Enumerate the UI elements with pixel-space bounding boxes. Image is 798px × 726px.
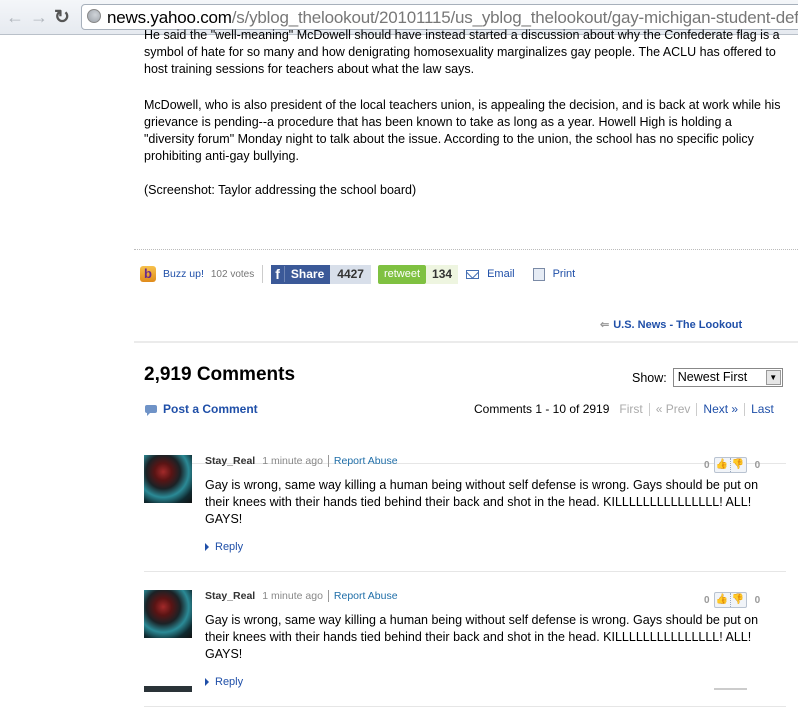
show-label: Show: <box>632 370 667 385</box>
comments-title: 2,919 Comments <box>144 364 296 385</box>
sort-control: Show: Newest First ▼ <box>632 368 783 387</box>
comment-author[interactable]: Stay_Real <box>205 455 255 467</box>
triangle-right-icon <box>205 543 209 551</box>
report-abuse-link[interactable]: Report Abuse <box>334 590 398 602</box>
comment-item: Stay_Real 1 minute ago Report Abuse 0 👍 … <box>144 455 786 585</box>
pagination: Comments 1 - 10 of 2919 First « Prev Nex… <box>474 402 774 416</box>
divider <box>262 265 264 283</box>
divider <box>134 341 798 343</box>
next-page-link[interactable]: Next » <box>703 402 738 416</box>
url-text[interactable]: news.yahoo.com/s/yblog_thelookout/201011… <box>107 8 798 28</box>
avatar[interactable] <box>144 686 192 692</box>
triangle-right-icon <box>205 678 209 686</box>
article-caption: (Screenshot: Taylor addressing the schoo… <box>144 183 417 197</box>
reload-button[interactable]: ↻ <box>54 6 70 29</box>
thumbs-down-icon[interactable]: 👎 <box>729 593 746 607</box>
avatar[interactable] <box>144 455 192 503</box>
retweet-count: 134 <box>426 264 459 284</box>
vote-box: 0 👍 👎 0 <box>704 592 760 608</box>
vote-box <box>714 688 747 690</box>
thumbs-up-icon[interactable]: 👍 <box>715 458 730 472</box>
vote-box: 0 👍 👎 0 <box>704 457 760 473</box>
envelope-icon <box>466 269 480 279</box>
article-paragraph: He said the "well-meaning" McDowell shou… <box>144 28 780 76</box>
divider <box>134 249 798 250</box>
printer-icon <box>532 267 545 281</box>
retweet[interactable]: retweet 134 <box>377 264 459 284</box>
thumbs-down-count: 0 <box>754 594 761 606</box>
globe-icon <box>87 9 101 23</box>
thumbs-up-count: 0 <box>704 459 710 471</box>
last-page-link[interactable]: Last <box>751 402 774 416</box>
divider <box>144 571 786 572</box>
thumbs-down-icon[interactable]: 👎 <box>729 458 746 472</box>
facebook-icon: f <box>275 266 285 282</box>
comment-text: Gay is wrong, same way killing a human b… <box>205 613 759 661</box>
prev-page-link[interactable]: « Prev <box>656 402 691 416</box>
comment-text: Gay is wrong, same way killing a human b… <box>205 478 759 526</box>
avatar[interactable] <box>144 590 192 638</box>
comment-time: 1 minute ago <box>262 455 323 467</box>
print-link[interactable]: Print <box>553 268 576 280</box>
report-abuse-link[interactable]: Report Abuse <box>334 455 398 467</box>
comment-meta: Stay_Real 1 minute ago Report Abuse <box>205 590 398 602</box>
facebook-share-button[interactable]: f Share <box>271 264 331 284</box>
sort-select[interactable]: Newest First ▼ <box>672 368 783 387</box>
forward-button[interactable]: → <box>30 7 48 27</box>
email-link[interactable]: Email <box>487 268 515 280</box>
section-link[interactable]: ⇐ U.S. News - The Lookout <box>600 318 742 332</box>
facebook-share-count: 4427 <box>330 264 371 284</box>
buzz-icon[interactable]: b <box>140 266 156 282</box>
thumbs-down-count: 0 <box>754 459 761 471</box>
reply-link[interactable]: Reply <box>205 676 243 688</box>
comment-author[interactable]: Stay_Real <box>205 590 255 602</box>
article-paragraph: McDowell, who is also president of the l… <box>144 98 781 163</box>
thumbs-up-icon[interactable]: 👍 <box>715 593 730 607</box>
buzz-up-link[interactable]: Buzz up! <box>163 268 204 280</box>
comment-item: Stay_Real 1 minute ago Report Abuse 0 👍 … <box>144 590 786 720</box>
divider <box>144 706 786 707</box>
arrow-left-icon: ⇐ <box>600 319 610 331</box>
post-comment-link[interactable]: Post a Comment <box>145 402 258 416</box>
thumbs-up-count: 0 <box>704 594 710 606</box>
reply-link[interactable]: Reply <box>205 541 243 553</box>
facebook-share[interactable]: f Share 4427 <box>271 264 371 284</box>
comment-time: 1 minute ago <box>262 590 323 602</box>
chevron-down-icon[interactable]: ▼ <box>765 370 781 385</box>
comments-range: Comments 1 - 10 of 2919 <box>474 402 610 416</box>
back-button[interactable]: ← <box>6 7 24 27</box>
share-bar: b Buzz up! 102 votes f Share 4427 retweet… <box>140 263 575 285</box>
buzz-votes: 102 votes <box>210 268 255 280</box>
comment-bubble-icon <box>145 405 157 416</box>
first-page-link[interactable]: First <box>619 402 642 416</box>
retweet-button[interactable]: retweet <box>377 264 427 284</box>
comment-meta: Stay_Real 1 minute ago Report Abuse <box>205 455 398 467</box>
